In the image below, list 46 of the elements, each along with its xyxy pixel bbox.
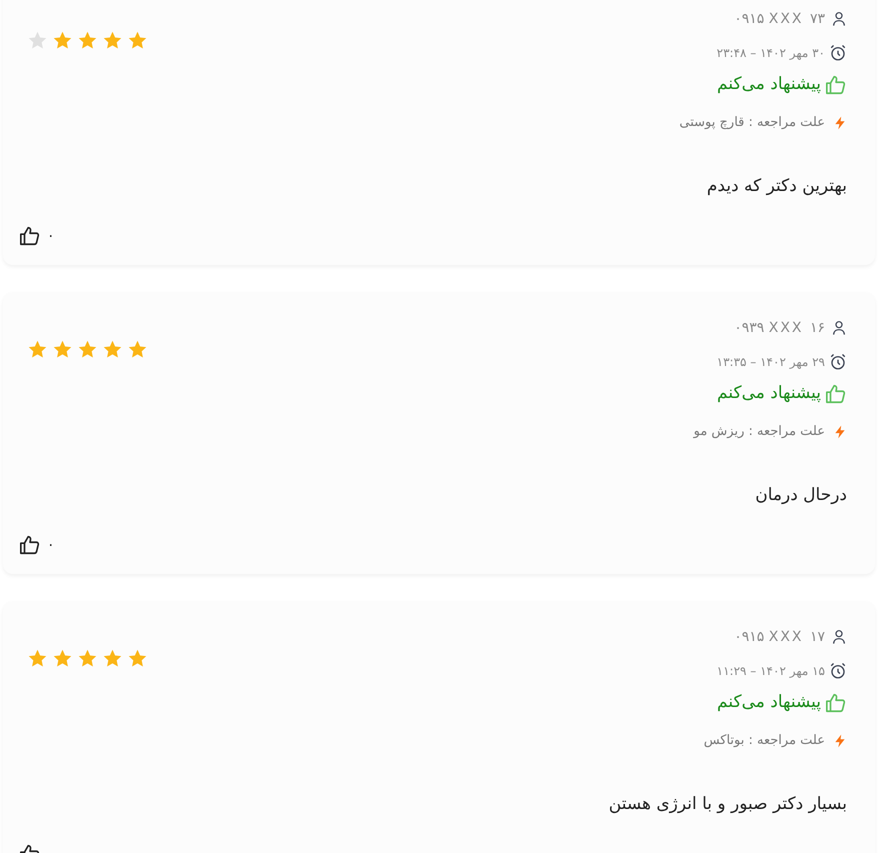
star-icon (52, 30, 73, 51)
star-icon (77, 339, 98, 360)
phone-number: ۰۹۳۹ XXX ۱۶ (734, 318, 825, 338)
star-icon (27, 339, 48, 360)
alarm-clock-icon (829, 44, 847, 62)
review-date: ۲۹ مهر ۱۴۰۲ – ۱۳:۳۵ (716, 354, 825, 371)
thumbs-up-icon (825, 692, 847, 714)
star-icon (77, 648, 98, 669)
recommend-label: پیشنهاد می‌کنم (717, 382, 821, 406)
alarm-clock-icon (829, 662, 847, 680)
star-icon (127, 339, 148, 360)
review-date: ۱۵ مهر ۱۴۰۲ – ۱۱:۲۹ (716, 663, 825, 680)
review-date: ۳۰ مهر ۱۴۰۲ – ۲۳:۴۸ (716, 45, 825, 62)
star-icon (27, 30, 48, 51)
alarm-clock-icon (829, 353, 847, 371)
thumbs-up-icon (825, 383, 847, 405)
review-comment: بسیار دکتر صبور و با انرژی هستن (608, 793, 847, 816)
visit-reason: علت مراجعه : ریزش مو (694, 423, 825, 442)
thumbs-up-icon (825, 74, 847, 96)
review-comment: درحال درمان (755, 484, 847, 507)
star-icon (127, 648, 148, 669)
star-icon (52, 339, 73, 360)
star-icon (27, 648, 48, 669)
like-count[interactable]: ۰ (47, 226, 55, 246)
star-icon (52, 648, 73, 669)
star-icon (102, 339, 123, 360)
like-icon (19, 225, 41, 247)
phone-number: ۰۹۱۵ XXX ۱۷ (734, 628, 825, 646)
star-icon (127, 30, 148, 51)
visit-reason: علت مراجعه : بوتاکس (704, 732, 825, 750)
lightning-icon (833, 114, 847, 132)
lightning-icon (833, 423, 847, 441)
like-icon (19, 534, 41, 556)
recommend-label: پیشنهاد می‌کنم (717, 73, 821, 96)
review-comment: بهترین دکتر که دیدم (706, 175, 847, 198)
phone-number: ۰۹۱۵ XXX ۷۳ (734, 10, 825, 28)
user-icon (831, 10, 847, 28)
like-count[interactable]: ۰ (47, 534, 55, 556)
star-icon (77, 30, 98, 51)
lightning-icon (833, 732, 847, 750)
star-icon (102, 30, 123, 51)
visit-reason: علت مراجعه : قارچ پوستی (679, 114, 825, 132)
star-icon (102, 648, 123, 669)
recommend-label: پیشنهاد می‌کنم (717, 691, 821, 714)
user-icon (831, 319, 847, 337)
user-icon (831, 628, 847, 646)
